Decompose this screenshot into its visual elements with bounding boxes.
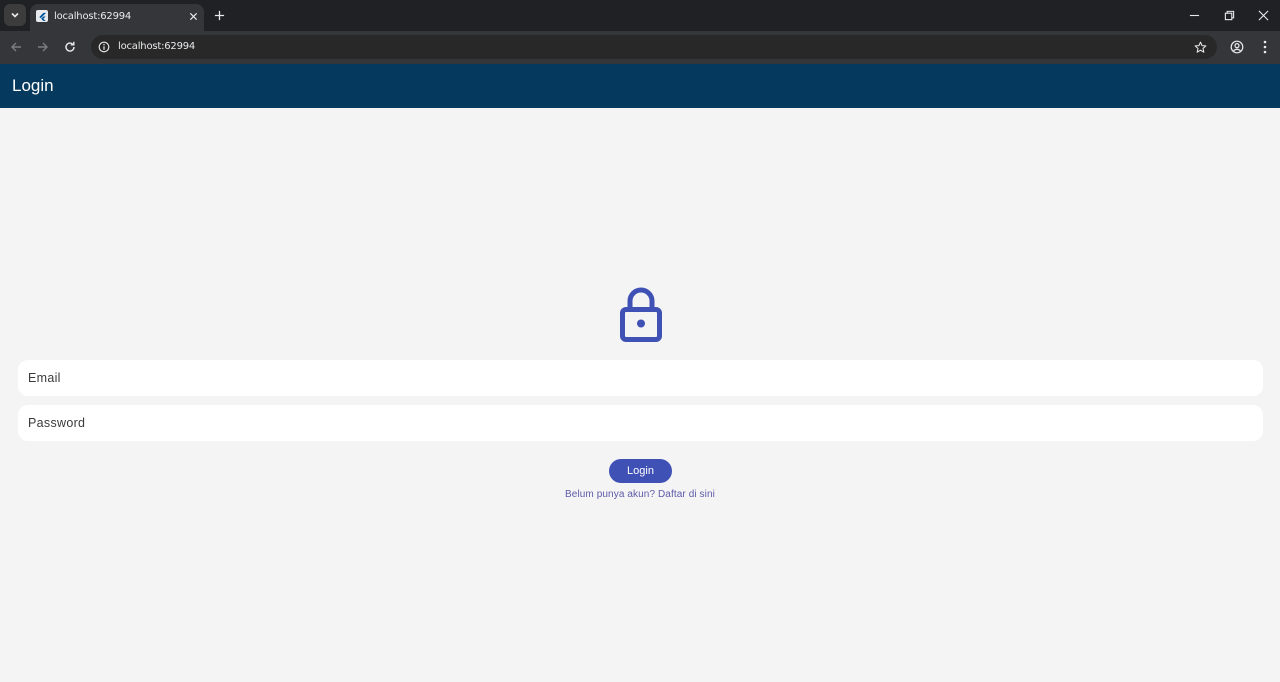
profile-icon [1230,40,1244,54]
tab-title: localhost:62994 [54,11,132,22]
tab-search-button[interactable] [4,4,26,26]
flutter-icon [36,10,48,22]
arrow-left-icon [11,42,21,52]
chevron-down-icon [11,12,19,18]
address-bar[interactable]: localhost:62994 [91,35,1217,59]
page-title: Login [12,76,54,95]
site-info-button[interactable] [96,39,112,55]
star-icon [1194,41,1206,53]
forward-button[interactable] [33,37,53,57]
bookmark-button[interactable] [1191,38,1209,56]
plus-icon [214,10,224,20]
browser-tab-strip: localhost:62994 [0,0,1280,31]
register-link[interactable]: Belum punya akun? Daftar di sini [0,489,1280,500]
minimize-icon [1189,14,1199,16]
app-bar: Login [0,64,1280,108]
close-window-button[interactable] [1251,4,1275,26]
email-field[interactable] [18,360,1263,396]
reload-icon [65,41,75,52]
profile-button[interactable] [1227,37,1247,57]
browser-menu-button[interactable] [1255,37,1275,57]
minimize-button[interactable] [1182,4,1206,26]
browser-tab[interactable]: localhost:62994 [30,4,204,31]
password-field[interactable] [18,405,1263,441]
password-input[interactable] [18,405,1263,441]
url-text: localhost:62994 [118,41,196,52]
close-icon [189,12,197,20]
lock-icon [620,287,662,342]
new-tab-button[interactable] [210,6,228,24]
tab-close-button[interactable] [186,9,200,23]
login-button[interactable]: Login [609,459,672,483]
restore-button[interactable] [1217,4,1241,26]
browser-toolbar: localhost:62994 [0,31,1280,64]
arrow-right-icon [38,42,48,52]
email-input[interactable] [18,360,1263,396]
info-icon [98,41,110,53]
restore-icon [1224,10,1234,20]
back-button[interactable] [6,37,26,57]
close-icon [1258,10,1268,20]
reload-button[interactable] [60,37,80,57]
more-vert-icon [1263,40,1267,54]
